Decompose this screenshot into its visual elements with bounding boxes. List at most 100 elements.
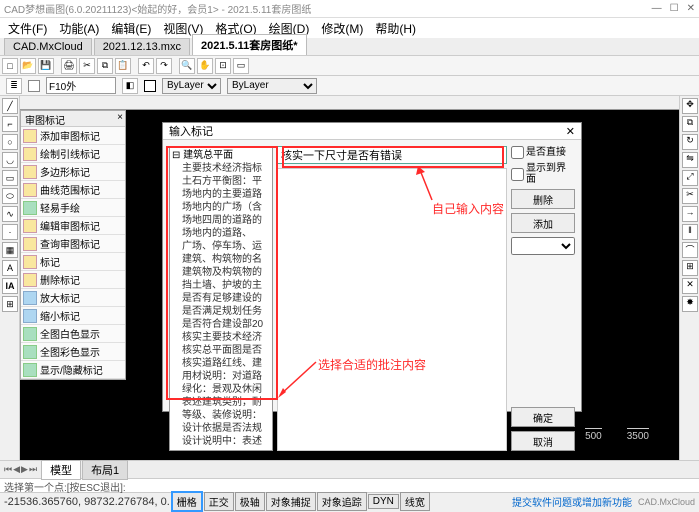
- tree-item-17[interactable]: 绿化：景观及休闲: [172, 383, 270, 396]
- scale-icon[interactable]: ⤢: [682, 170, 698, 186]
- layer-mgr-icon[interactable]: ≣: [6, 78, 22, 94]
- tree-item-5[interactable]: 场地内的道路、: [172, 227, 270, 240]
- tab-first-icon[interactable]: ⏮: [4, 464, 12, 475]
- status-ortho[interactable]: 正交: [204, 492, 234, 511]
- status-lwt[interactable]: 线宽: [400, 492, 430, 511]
- tree-item-3[interactable]: 场地内的广场（含: [172, 201, 270, 214]
- doc-tab-1[interactable]: CAD.MxCloud: [4, 38, 92, 55]
- tree-item-13[interactable]: 核实主要技术经济: [172, 331, 270, 344]
- tree-item-21[interactable]: 设计说明中：表述: [172, 435, 270, 448]
- line-icon[interactable]: ╱: [2, 98, 18, 114]
- save-icon[interactable]: 💾: [38, 58, 54, 74]
- linetype-bylayer[interactable]: ByLayer: [227, 78, 317, 94]
- ok-button[interactable]: 确定: [511, 407, 575, 427]
- tree-item-7[interactable]: 建筑、构筑物的名: [172, 253, 270, 266]
- spline-icon[interactable]: ∿: [2, 206, 18, 222]
- close-icon[interactable]: ✕: [687, 3, 695, 14]
- tab-prev-icon[interactable]: ◀: [13, 464, 20, 475]
- menu-help[interactable]: 帮助(H): [371, 20, 420, 37]
- cut-icon[interactable]: ✂: [79, 58, 95, 74]
- tree-item-1[interactable]: 土石方平衡图：平: [172, 175, 270, 188]
- offset-icon[interactable]: ‖: [682, 224, 698, 240]
- array-icon[interactable]: ⊞: [682, 260, 698, 276]
- panel-item-6[interactable]: 查询审图标记: [21, 235, 125, 253]
- tab-next-icon[interactable]: ▶: [21, 464, 28, 475]
- chk-direct[interactable]: 是否直接: [511, 146, 575, 159]
- status-otrack[interactable]: 对象追踪: [317, 492, 367, 511]
- undo-icon[interactable]: ↶: [138, 58, 154, 74]
- panel-item-7[interactable]: 标记: [21, 253, 125, 271]
- tree-item-9[interactable]: 挡土墙、护坡的主: [172, 279, 270, 292]
- tree-item-0[interactable]: 主要技术经济指标: [172, 162, 270, 175]
- maximize-icon[interactable]: ☐: [670, 3, 679, 14]
- color-swatch[interactable]: [144, 80, 156, 92]
- doc-tab-3[interactable]: 2021.5.11套房图纸*: [192, 34, 307, 55]
- text-icon[interactable]: A: [2, 260, 18, 276]
- panel-item-4[interactable]: 轻易手绘: [21, 199, 125, 217]
- point-icon[interactable]: ·: [2, 224, 18, 240]
- status-grid[interactable]: 栅格: [171, 491, 203, 512]
- layer-iso-icon[interactable]: ◧: [122, 78, 138, 94]
- delete-button[interactable]: 删除: [511, 189, 575, 209]
- tree-item-12[interactable]: 是否符合建设部20: [172, 318, 270, 331]
- hatch-icon[interactable]: ▦: [2, 242, 18, 258]
- tree-item-14[interactable]: 核实总平面图是否: [172, 344, 270, 357]
- panel-item-5[interactable]: 编辑审图标记: [21, 217, 125, 235]
- minimize-icon[interactable]: —: [652, 3, 662, 14]
- fillet-icon[interactable]: ⌒: [682, 242, 698, 258]
- panel-item-8[interactable]: 删除标记: [21, 271, 125, 289]
- circle-icon[interactable]: ○: [2, 134, 18, 150]
- block-icon[interactable]: ⊞: [2, 296, 18, 312]
- zoom-extents-icon[interactable]: ⊡: [215, 58, 231, 74]
- panel-close-icon[interactable]: ×: [117, 112, 123, 123]
- ellipse-icon[interactable]: ⬭: [2, 188, 18, 204]
- panel-item-11[interactable]: 全图白色显示: [21, 325, 125, 343]
- status-osnap[interactable]: 对象捕捉: [266, 492, 316, 511]
- polyline-icon[interactable]: ⌐: [2, 116, 18, 132]
- status-dyn[interactable]: DYN: [368, 494, 399, 509]
- move-icon[interactable]: ✥: [682, 98, 698, 114]
- copy2-icon[interactable]: ⧉: [682, 116, 698, 132]
- print-icon[interactable]: 🖨: [61, 58, 77, 74]
- panel-item-9[interactable]: 放大标记: [21, 289, 125, 307]
- trim-icon[interactable]: ✂: [682, 188, 698, 204]
- command-line[interactable]: 选择第一个点:[按ESC退出]:: [0, 478, 699, 492]
- tree-item-19[interactable]: 等级、装修说明：: [172, 409, 270, 422]
- tab-last-icon[interactable]: ⏭: [29, 464, 37, 475]
- tree-item-2[interactable]: 场地内的主要道路: [172, 188, 270, 201]
- layer-color-swatch[interactable]: [28, 80, 40, 92]
- tab-layout1[interactable]: 布局1: [82, 460, 128, 480]
- erase-icon[interactable]: ✕: [682, 278, 698, 294]
- feedback-link[interactable]: 提交软件问题或增加新功能: [512, 494, 632, 509]
- tree-item-11[interactable]: 是否满足规划任务: [172, 305, 270, 318]
- explode-icon[interactable]: ✸: [682, 296, 698, 312]
- panel-item-12[interactable]: 全图彩色显示: [21, 343, 125, 361]
- extend-icon[interactable]: →: [682, 206, 698, 222]
- tree-item-8[interactable]: 建筑物及构筑物的: [172, 266, 270, 279]
- arc-icon[interactable]: ◡: [2, 152, 18, 168]
- doc-tab-2[interactable]: 2021.12.13.mxc: [94, 38, 190, 55]
- menu-edit[interactable]: 编辑(E): [107, 20, 155, 37]
- open-icon[interactable]: 📂: [20, 58, 36, 74]
- new-icon[interactable]: □: [2, 58, 18, 74]
- panel-item-2[interactable]: 多边形标记: [21, 163, 125, 181]
- color-bylayer[interactable]: ByLayer: [162, 78, 221, 94]
- pan-icon[interactable]: ✋: [197, 58, 213, 74]
- mtext-icon[interactable]: IA: [2, 278, 18, 294]
- rotate-icon[interactable]: ↻: [682, 134, 698, 150]
- menu-file[interactable]: 文件(F): [4, 20, 51, 37]
- tree-item-15[interactable]: 核实道路红线、建: [172, 357, 270, 370]
- chk-show[interactable]: 显示到界面: [511, 163, 575, 185]
- add-button[interactable]: 添加: [511, 213, 575, 233]
- tree-item-4[interactable]: 场地四周的道路的: [172, 214, 270, 227]
- tab-model[interactable]: 模型: [41, 460, 81, 480]
- panel-item-1[interactable]: 绘制引线标记: [21, 145, 125, 163]
- tree-item-6[interactable]: 广场、停车场、运: [172, 240, 270, 253]
- menu-function[interactable]: 功能(A): [55, 20, 103, 37]
- menu-modify[interactable]: 修改(M): [317, 20, 367, 37]
- dialog-close-icon[interactable]: ✕: [566, 125, 575, 138]
- mark-text-input[interactable]: [277, 146, 507, 164]
- panel-item-0[interactable]: 添加审图标记: [21, 127, 125, 145]
- mirror-icon[interactable]: ⇋: [682, 152, 698, 168]
- layer-name[interactable]: F10外: [46, 77, 116, 94]
